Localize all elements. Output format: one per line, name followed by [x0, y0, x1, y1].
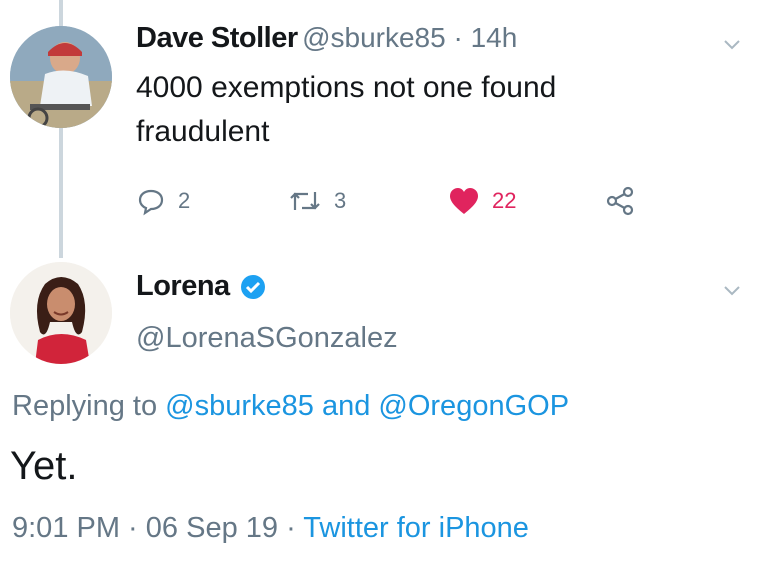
tweet1-chevron-down-icon[interactable]: [722, 34, 742, 59]
tweet1-header: Dave Stoller @sburke85 · 14h: [136, 22, 517, 55]
tweet1-separator: ·: [445, 22, 471, 53]
replying-prefix: Replying to: [12, 390, 166, 422]
share-action[interactable]: [604, 186, 636, 216]
tweet2-source-link[interactable]: Twitter for iPhone: [303, 512, 529, 544]
like-action[interactable]: 22: [448, 186, 516, 216]
like-icon: [450, 188, 478, 214]
tweet1-timestamp[interactable]: 14h: [471, 22, 518, 53]
reply-icon: [138, 189, 164, 216]
reply-count: 2: [178, 188, 191, 213]
retweet-icon: [290, 192, 320, 210]
reply-action[interactable]: 2: [136, 186, 190, 216]
avatar-dave[interactable]: [10, 26, 112, 128]
reply-mention-oregongop[interactable]: @OregonGOP: [378, 390, 569, 422]
tweet2-text: Yet.: [10, 444, 78, 488]
tweet2-date[interactable]: 06 Sep 19: [146, 512, 278, 544]
replying-to: Replying to @sburke85 and @OregonGOP: [12, 390, 569, 423]
tweet2-time[interactable]: 9:01 PM: [12, 512, 120, 544]
tweet1-text: 4000 exemptions not one found fraudulent: [136, 71, 557, 148]
verified-badge-icon: [240, 274, 265, 299]
retweet-count: 3: [334, 188, 347, 213]
share-icon: [606, 186, 634, 216]
tweet2-author-name[interactable]: Lorena: [136, 270, 230, 303]
meta-separator-2: ·: [278, 512, 304, 544]
reply-mention-sburke85[interactable]: @sburke85: [165, 390, 314, 422]
meta-separator-1: ·: [120, 512, 146, 544]
like-count: 22: [492, 188, 517, 213]
tweet1-author-name[interactable]: Dave Stoller: [136, 22, 298, 54]
tweet2-metadata: 9:01 PM · 06 Sep 19 · Twitter for iPhone: [12, 512, 529, 545]
tweet2-chevron-down-icon[interactable]: [722, 280, 742, 305]
avatar-lorena[interactable]: [10, 262, 112, 364]
tweet2-author-handle[interactable]: @LorenaSGonzalez: [136, 322, 398, 355]
tweet1-author-handle[interactable]: @sburke85: [302, 22, 446, 53]
retweet-action[interactable]: 3: [288, 186, 346, 216]
tweet2-name-row: Lorena: [136, 270, 266, 303]
reply-and: and: [313, 390, 379, 422]
